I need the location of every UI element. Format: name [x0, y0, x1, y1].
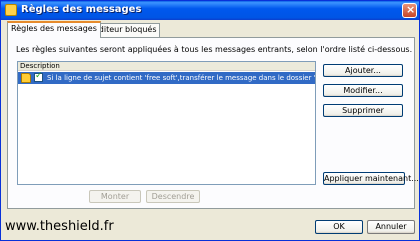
delete-button[interactable]: Supprimer — [323, 104, 403, 117]
rules-list[interactable]: Description ✓ Si la ligne de sujet conti… — [17, 61, 391, 185]
add-button[interactable]: Ajouter... — [323, 64, 403, 77]
tab-message-rules[interactable]: Règles des messages — [7, 21, 101, 38]
list-header-description[interactable]: Description — [18, 62, 315, 71]
rule-row[interactable]: ✓ Si la ligne de sujet contient 'free so… — [18, 71, 391, 84]
rule-icon — [21, 73, 31, 83]
rules-dialog: Règles des messages × Règles des message… — [0, 0, 420, 241]
close-icon: × — [406, 3, 416, 16]
apply-now-button[interactable]: Appliquer maintenant... — [323, 172, 419, 185]
title-bar[interactable]: Règles des messages × — [1, 1, 419, 20]
window-title: Règles des messages — [21, 4, 142, 15]
rule-enabled-checkbox[interactable]: ✓ — [34, 71, 43, 82]
close-button[interactable]: × — [402, 3, 417, 18]
move-up-button[interactable]: Monter — [89, 190, 141, 203]
ok-button[interactable]: OK — [315, 220, 363, 234]
modify-button[interactable]: Modifier... — [323, 84, 403, 97]
rules-app-icon — [5, 4, 17, 16]
watermark-text: www.theshield.fr — [5, 219, 114, 234]
checkbox-checked-icon: ✓ — [35, 71, 43, 81]
cancel-button[interactable]: Annuler — [367, 220, 415, 234]
intro-text: Les règles suivantes seront appliquées à… — [16, 45, 413, 54]
tab-message-rules-label: Règles des messages — [11, 24, 97, 33]
move-down-button[interactable]: Descendre — [146, 190, 200, 203]
